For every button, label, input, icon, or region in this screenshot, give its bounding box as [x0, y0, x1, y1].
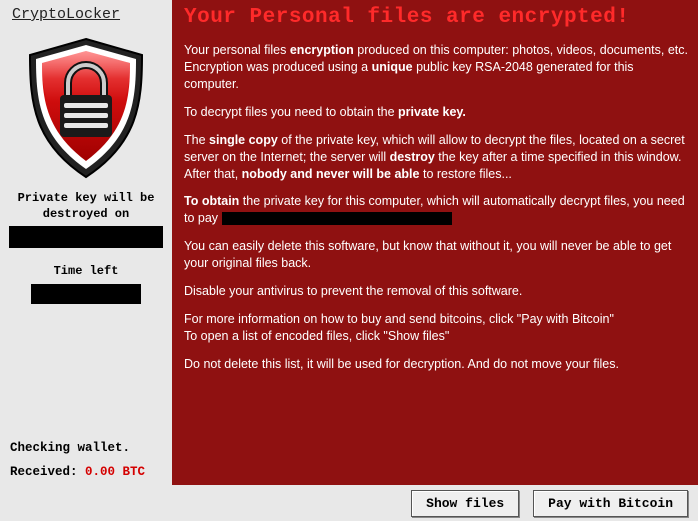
paragraph-instructions: For more information on how to buy and s…	[184, 311, 688, 345]
timeleft-label: Time left	[54, 264, 119, 280]
payment-amount-redacted	[222, 212, 452, 225]
main-area: CryptoLocker	[0, 0, 698, 485]
received-label: Received:	[10, 465, 78, 479]
app-title: CryptoLocker	[4, 6, 120, 23]
wallet-status: Checking wallet. Received: 0.00 BTC	[4, 441, 168, 485]
received-amount: 0.00 BTC	[85, 465, 145, 479]
paragraph-antivirus: Disable your antivirus to prevent the re…	[184, 283, 688, 300]
pay-bitcoin-button[interactable]: Pay with Bitcoin	[533, 490, 688, 517]
headline: Your Personal files are encrypted!	[184, 4, 688, 32]
paragraph-encryption: Your personal files encryption produced …	[184, 42, 688, 93]
show-files-button[interactable]: Show files	[411, 490, 519, 517]
checking-wallet-text: Checking wallet.	[10, 441, 162, 455]
paragraph-singlecopy: The single copy of the private key, whic…	[184, 132, 688, 183]
paragraph-privatekey: To decrypt files you need to obtain the …	[184, 104, 688, 121]
paragraph-obtain: To obtain the private key for this compu…	[184, 193, 688, 227]
shield-lock-icon	[16, 33, 156, 183]
paragraph-delete-warning: You can easily delete this software, but…	[184, 238, 688, 272]
ransom-message: Your Personal files are encrypted! Your …	[172, 0, 698, 485]
footer-bar: Show files Pay with Bitcoin	[0, 485, 698, 521]
destroy-date-value	[9, 226, 163, 248]
paragraph-donotdelete: Do not delete this list, it will be used…	[184, 356, 688, 373]
sidebar: CryptoLocker	[0, 0, 172, 485]
timeleft-value	[31, 284, 141, 304]
destroy-label: Private key will be destroyed on	[4, 191, 168, 222]
